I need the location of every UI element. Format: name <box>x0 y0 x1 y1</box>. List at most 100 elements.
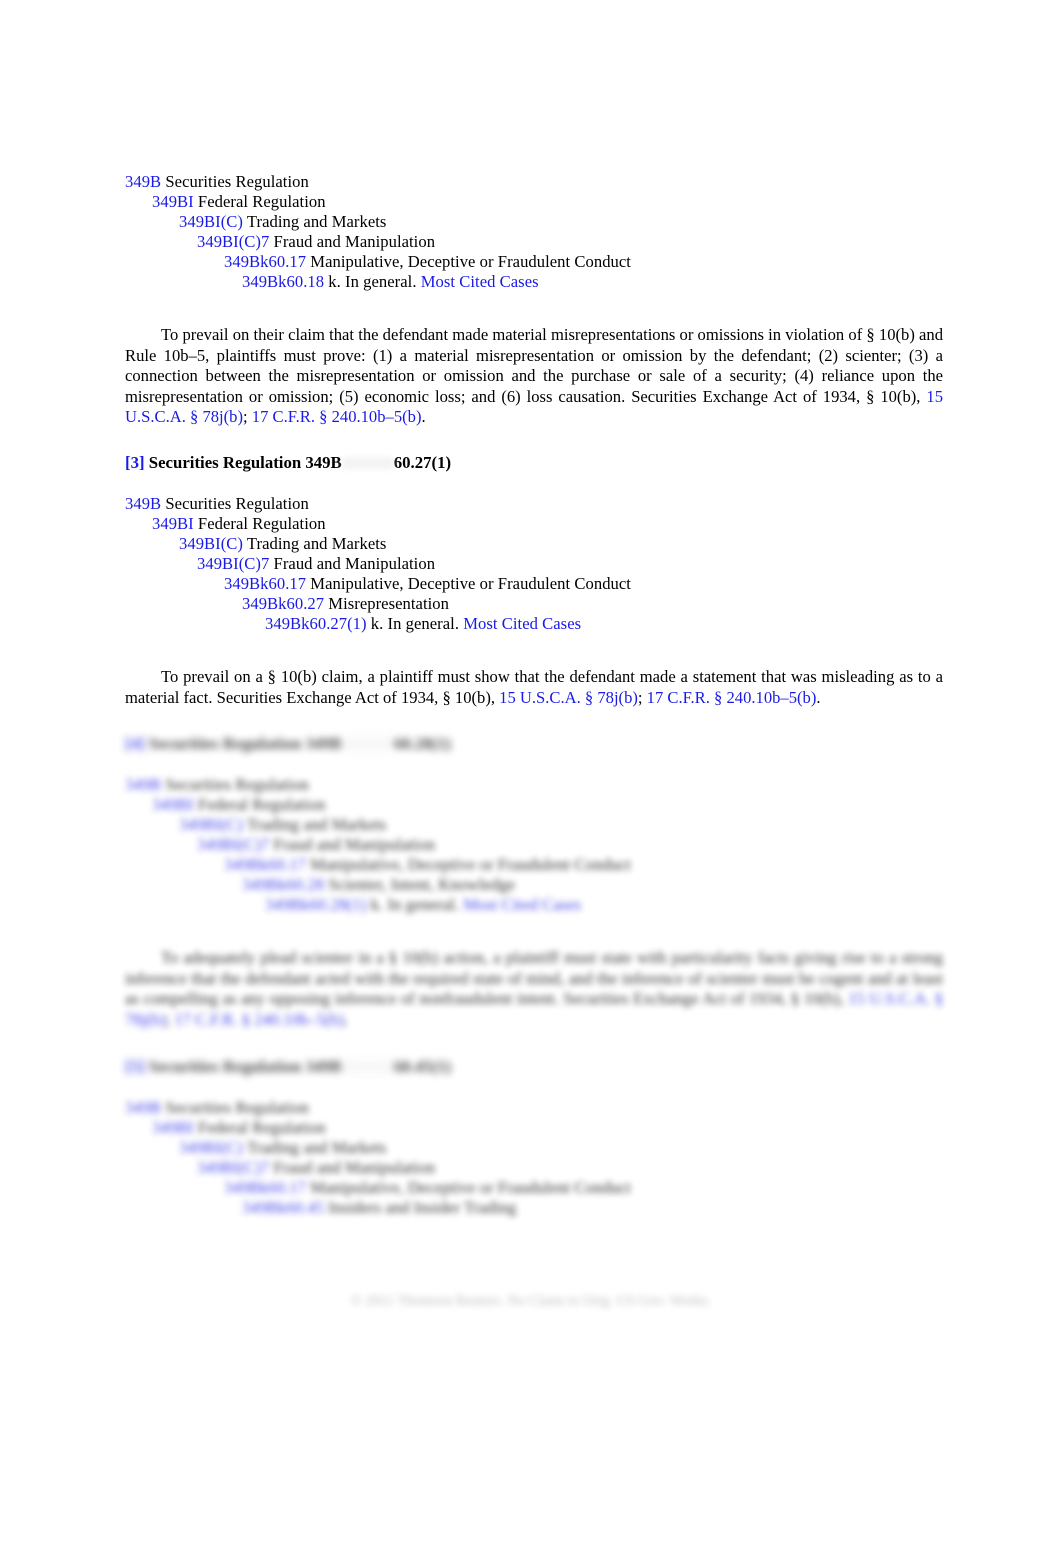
paragraph-tail: . <box>816 687 821 707</box>
hierarchy-line: 349B Securities Regulation <box>125 172 943 192</box>
hierarchy-line: 349BI Federal Regulation <box>125 192 943 212</box>
key-number-link[interactable]: 349BI(C)7 <box>197 1158 269 1177</box>
key-number-link[interactable]: 349Bk60.27 <box>242 594 324 613</box>
holding-paragraph-1: To prevail on their claim that the defen… <box>125 325 943 428</box>
key-number-link[interactable]: 349B <box>125 1098 161 1117</box>
key-number-link[interactable]: 349B <box>125 775 161 794</box>
citation-separator: ; <box>243 407 252 427</box>
citation-separator: ; <box>165 1009 175 1029</box>
page-footer: © 2011 Thomson Reuters. No Claim to Orig… <box>0 1292 1062 1310</box>
hierarchy-line: 349B Securities Regulation <box>125 775 943 795</box>
hierarchy-line: 349Bk60.28 Scienter, Intent, Knowledge <box>125 875 943 895</box>
key-number-link[interactable]: 349B <box>125 494 161 513</box>
key-number-link[interactable]: 349BI <box>152 795 194 814</box>
copyright-text: © 2011 Thomson Reuters. No Claim to Orig… <box>351 1293 711 1309</box>
hierarchy-line: 349BI(C)7 Fraud and Manipulation <box>125 554 943 574</box>
document-content: 349B Securities Regulation 349BI Federal… <box>125 172 943 1218</box>
hierarchy-line: 349Bk60.17 Manipulative, Deceptive or Fr… <box>125 252 943 272</box>
key-number-link[interactable]: 349Bk60.27(1) <box>265 614 367 633</box>
headnote-heading-5: [5] Securities Regulation 349B 60.45(1) <box>125 1057 943 1077</box>
key-number-link[interactable]: 349Bk60.28(1) <box>265 895 367 914</box>
headnote-number[interactable]: [4] <box>125 734 145 753</box>
key-number-link[interactable]: 349Bk60.17 <box>224 855 306 874</box>
headnote-key-number: 60.27(1) <box>393 452 452 472</box>
hierarchy-line: 349B Securities Regulation <box>125 494 943 514</box>
hierarchy-line-label: Securities Regulation <box>161 493 309 513</box>
key-number-link[interactable]: 349BI(C) <box>179 1138 243 1157</box>
hierarchy-line: 349BI(C)7 Fraud and Manipulation <box>125 835 943 855</box>
document-page: 349B Securities Regulation 349BI Federal… <box>0 0 1062 1556</box>
hierarchy-line-label: Manipulative, Deceptive or Fraudulent Co… <box>306 855 631 875</box>
hierarchy-line: 349BI(C) Trading and Markets <box>125 1138 943 1158</box>
most-cited-cases-link[interactable]: Most Cited Cases <box>421 272 539 291</box>
key-number-link[interactable]: 349BI(C) <box>179 534 243 553</box>
key-number-link[interactable]: 349BI <box>152 1118 194 1137</box>
key-number-hierarchy-1: 349B Securities Regulation 349BI Federal… <box>125 172 943 292</box>
hierarchy-line: 349Bk60.28(1) k. In general. Most Cited … <box>125 895 943 915</box>
hierarchy-line: 349Bk60.17 Manipulative, Deceptive or Fr… <box>125 1178 943 1198</box>
key-number-link[interactable]: 349BI <box>152 192 194 211</box>
key-number-link[interactable]: 349Bk60.17 <box>224 574 306 593</box>
key-number-link[interactable]: 349Bk60.28 <box>242 875 324 894</box>
headnote-heading-4: [4] Securities Regulation 349B 60.28(1) <box>125 734 943 754</box>
paragraph-text: To adequately plead scienter in a § 10(b… <box>125 948 943 1009</box>
hierarchy-line-label: Securities Regulation <box>161 172 309 191</box>
hierarchy-line-label: Manipulative, Deceptive or Fraudulent Co… <box>306 1177 631 1197</box>
headnote-key-number: 60.28(1) <box>393 734 452 754</box>
hierarchy-line: 349BI(C) Trading and Markets <box>125 534 943 554</box>
most-cited-cases-link[interactable]: Most Cited Cases <box>463 614 581 633</box>
hierarchy-line-label: k. In general. <box>366 895 464 915</box>
key-number-link[interactable]: 349BI(C)7 <box>197 835 269 854</box>
hierarchy-line: 349Bk60.27 Misrepresentation <box>125 594 943 614</box>
hierarchy-line-label: Federal Regulation <box>193 513 326 533</box>
key-symbol-icon <box>341 456 394 469</box>
regulation-citation-link[interactable]: 17 C.F.R. § 240.10b–5(b) <box>647 688 817 707</box>
hierarchy-line-label: Trading and Markets <box>243 1137 387 1157</box>
hierarchy-line-label: Fraud and Manipulation <box>269 1157 436 1177</box>
hierarchy-line-label: Fraud and Manipulation <box>269 232 436 251</box>
key-number-link[interactable]: 349Bk60.18 <box>242 272 324 291</box>
headnote-number[interactable]: [5] <box>125 1057 145 1076</box>
key-number-link[interactable]: 349B <box>125 172 161 191</box>
key-number-link[interactable]: 349BI(C)7 <box>197 232 269 251</box>
headnote-number[interactable]: [3] <box>125 453 145 472</box>
headnote-title: Securities Regulation 349B <box>144 1056 342 1076</box>
statute-citation-link[interactable]: 15 U.S.C.A. § 78j(b) <box>499 688 638 707</box>
regulation-citation-link[interactable]: 17 C.F.R. § 240.10b–5(b) <box>174 1010 344 1029</box>
hierarchy-line-label: k. In general. <box>366 613 464 633</box>
key-number-link[interactable]: 349Bk60.17 <box>224 252 306 271</box>
key-number-link[interactable]: 349Bk60.45 <box>242 1198 324 1217</box>
headnote-title: Securities Regulation 349B <box>144 452 342 472</box>
key-number-link[interactable]: 349BI(C)7 <box>197 554 269 573</box>
key-number-link[interactable]: 349BI <box>152 514 194 533</box>
hierarchy-line-label: Trading and Markets <box>243 212 387 231</box>
hierarchy-line-label: Manipulative, Deceptive or Fraudulent Co… <box>306 252 631 271</box>
key-symbol-icon <box>341 1060 394 1073</box>
hierarchy-line: 349BI Federal Regulation <box>125 1118 943 1138</box>
key-number-hierarchy-2: 349B Securities Regulation 349BI Federal… <box>125 494 943 634</box>
hierarchy-line: 349Bk60.18 k. In general. Most Cited Cas… <box>125 272 943 292</box>
holding-paragraph-2: To prevail on a § 10(b) claim, a plainti… <box>125 667 943 708</box>
regulation-citation-link[interactable]: 17 C.F.R. § 240.10b–5(b) <box>252 407 422 426</box>
hierarchy-line-label: Fraud and Manipulation <box>269 835 436 855</box>
key-number-link[interactable]: 349BI(C) <box>179 212 243 231</box>
hierarchy-line-label: Federal Regulation <box>193 795 326 815</box>
headnote-heading-3: [3] Securities Regulation 349B 60.27(1) <box>125 453 943 473</box>
hierarchy-line-label: Federal Regulation <box>193 192 326 211</box>
paragraph-tail: . <box>344 1009 349 1029</box>
citation-separator: ; <box>637 687 647 707</box>
key-number-hierarchy-3: 349B Securities Regulation 349BI Federal… <box>125 775 943 915</box>
hierarchy-line-label: Misrepresentation <box>324 593 449 613</box>
most-cited-cases-link[interactable]: Most Cited Cases <box>463 895 581 914</box>
key-number-link[interactable]: 349Bk60.17 <box>224 1178 306 1197</box>
headnote-title: Securities Regulation 349B <box>144 734 342 754</box>
key-number-link[interactable]: 349BI(C) <box>179 815 243 834</box>
key-symbol-icon <box>341 738 394 751</box>
